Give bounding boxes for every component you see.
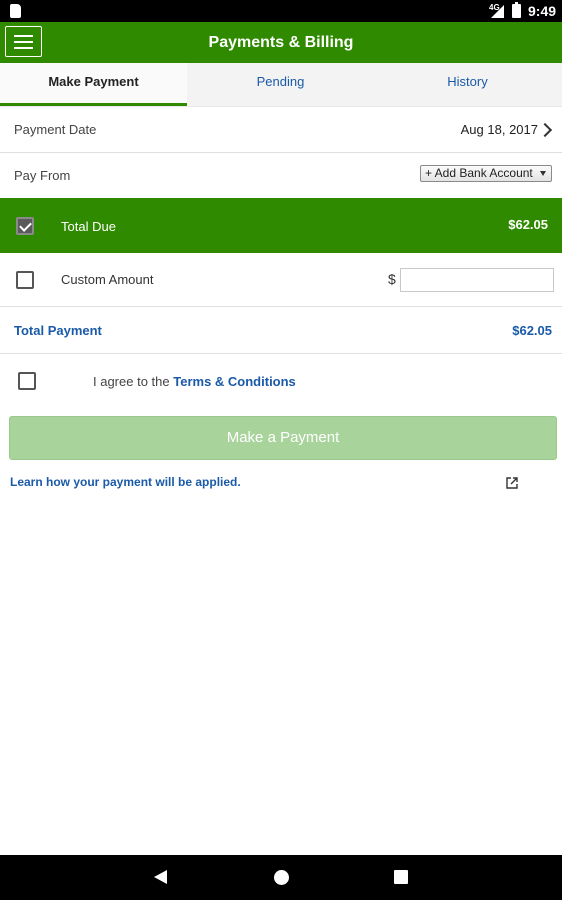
clock: 9:49 bbox=[528, 3, 557, 19]
total-payment-label: Total Payment bbox=[14, 323, 102, 338]
payment-date-value: Aug 18, 2017 bbox=[460, 122, 538, 137]
tab-make-payment[interactable]: Make Payment bbox=[0, 63, 187, 106]
payment-date-label: Payment Date bbox=[14, 122, 97, 137]
make-payment-button[interactable]: Make a Payment bbox=[9, 416, 557, 460]
total-due-row[interactable]: Total Due $62.05 bbox=[0, 198, 562, 253]
status-bar: 4G 9:49 bbox=[0, 0, 562, 22]
custom-amount-checkbox[interactable] bbox=[16, 271, 34, 289]
recent-apps-icon[interactable] bbox=[394, 870, 408, 884]
sd-card-icon bbox=[10, 4, 21, 18]
total-due-label: Total Due bbox=[61, 219, 116, 234]
tab-history[interactable]: History bbox=[374, 63, 561, 106]
tab-pending[interactable]: Pending bbox=[187, 63, 374, 106]
signal-icon bbox=[491, 5, 504, 18]
learn-payment-link[interactable]: Learn how your payment will be applied. bbox=[10, 475, 241, 489]
system-nav-bar bbox=[0, 855, 562, 900]
terms-prefix-text: I agree to the bbox=[93, 374, 170, 389]
app-bar: Payments & Billing bbox=[0, 22, 562, 63]
tab-bar: Make Payment Pending History bbox=[0, 63, 562, 107]
custom-amount-input[interactable] bbox=[400, 268, 554, 292]
caret-down-icon bbox=[540, 171, 546, 176]
payment-date-row[interactable]: Payment Date Aug 18, 2017 bbox=[0, 106, 562, 153]
total-due-checkbox[interactable] bbox=[16, 217, 34, 235]
terms-checkbox[interactable] bbox=[18, 372, 36, 390]
total-due-amount: $62.05 bbox=[508, 217, 548, 232]
home-icon[interactable] bbox=[274, 870, 289, 885]
pay-from-select[interactable]: + Add Bank Account bbox=[420, 165, 552, 182]
pay-from-label: Pay From bbox=[14, 168, 71, 183]
terms-prefix: I agree to the Terms & Conditions bbox=[93, 374, 296, 389]
battery-icon bbox=[512, 2, 521, 18]
custom-amount-label: Custom Amount bbox=[61, 272, 154, 287]
currency-symbol: $ bbox=[388, 271, 396, 287]
total-payment-amount: $62.05 bbox=[512, 323, 552, 338]
external-link-icon[interactable] bbox=[506, 477, 518, 489]
chevron-right-icon bbox=[537, 122, 553, 138]
back-icon[interactable] bbox=[154, 870, 167, 884]
page-title: Payments & Billing bbox=[208, 34, 354, 51]
pay-from-select-value: + Add Bank Account bbox=[425, 166, 533, 180]
terms-link[interactable]: Terms & Conditions bbox=[173, 374, 296, 389]
